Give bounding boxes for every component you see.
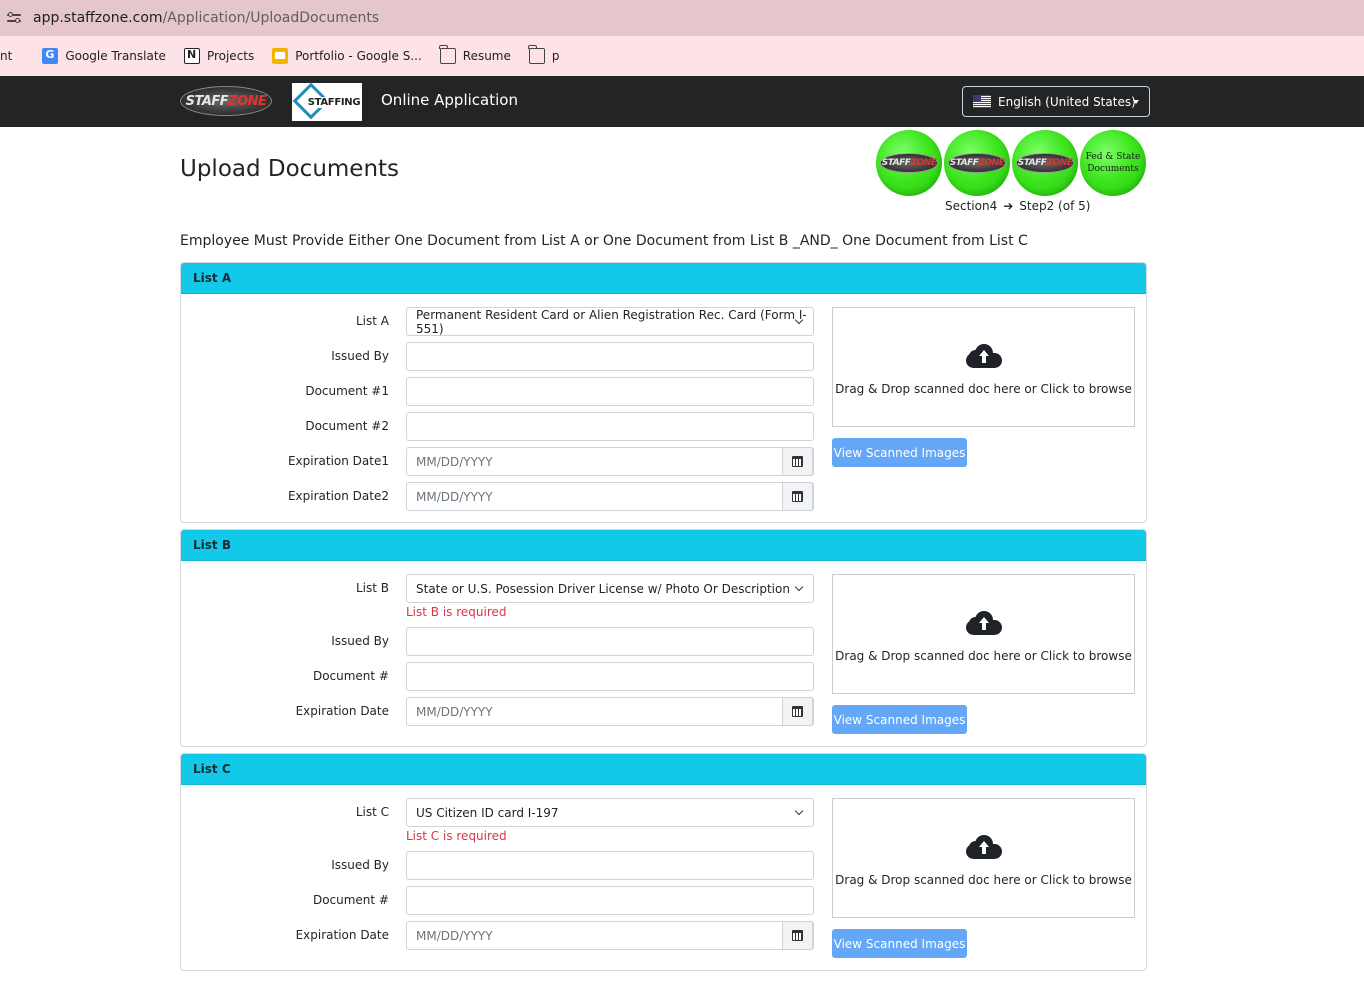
- document-row: Document #: [181, 662, 821, 691]
- issued-by-input[interactable]: [406, 342, 814, 371]
- expiration-date-input[interactable]: MM/DD/YYYY: [406, 921, 814, 950]
- file-drop-zone[interactable]: Drag & Drop scanned doc here or Click to…: [832, 574, 1135, 694]
- list-b-row: List B State or U.S. Posession Driver Li…: [181, 574, 821, 603]
- url-text[interactable]: app.staffzone.com/Application/UploadDocu…: [33, 10, 379, 26]
- chevron-down-icon: [794, 582, 804, 592]
- expiration-date-row: Expiration Date MM/DD/YYYY: [181, 697, 821, 726]
- list-a-row: List A Permanent Resident Card or Alien …: [181, 307, 821, 336]
- list-a-card: List A List A Permanent Resident Card or…: [180, 262, 1147, 523]
- language-dropdown[interactable]: English (United States): [962, 86, 1150, 117]
- list-b-error: List B is required: [406, 605, 507, 619]
- folder-icon: [439, 45, 456, 64]
- expiration-date-1-input[interactable]: MM/DD/YYYY: [406, 447, 814, 476]
- document-2-row: Document #2: [181, 412, 821, 441]
- progress-badge-current: Fed & State Documents: [1080, 130, 1146, 196]
- view-scanned-images-button[interactable]: View Scanned Images: [832, 705, 967, 734]
- progress-badge-1: STAFF ZONE: [876, 130, 942, 196]
- expiration-date-1-row: Expiration Date1 MM/DD/YYYY: [181, 447, 821, 476]
- cloud-upload-icon: [966, 344, 1002, 368]
- list-c-select[interactable]: US Citizen ID card I-197: [406, 798, 814, 827]
- bookmark-portfolio[interactable]: Portfolio - Google S...: [272, 48, 422, 64]
- list-c-error: List C is required: [406, 829, 507, 843]
- expiration-date-row: Expiration Date MM/DD/YYYY: [181, 921, 821, 950]
- document-input[interactable]: [406, 886, 814, 915]
- calendar-icon: [792, 930, 803, 941]
- expiration-date-2-row: Expiration Date2 MM/DD/YYYY: [181, 482, 821, 511]
- notion-icon: [183, 48, 200, 64]
- document-1-input[interactable]: [406, 377, 814, 406]
- progress-badge-3: STAFF ZONE: [1012, 130, 1078, 196]
- google-translate-icon: [42, 48, 59, 64]
- issued-by-input[interactable]: [406, 627, 814, 656]
- list-b-card: List B List B State or U.S. Posession Dr…: [180, 529, 1147, 747]
- document-input[interactable]: [406, 662, 814, 691]
- caret-down-icon: [1133, 100, 1139, 104]
- issued-by-row: Issued By: [181, 342, 821, 371]
- bookmark-google-translate[interactable]: Google Translate: [42, 48, 166, 64]
- calendar-button[interactable]: [782, 697, 813, 726]
- us-flag-icon: [973, 95, 991, 108]
- page-title: Upload Documents: [180, 156, 400, 182]
- card-header: List A: [181, 263, 1146, 294]
- arrow-right-icon: ➔: [1003, 199, 1014, 213]
- folder-icon: [528, 45, 545, 64]
- chevron-down-icon: [794, 806, 804, 816]
- staffing-logo[interactable]: STAFFING: [292, 82, 362, 121]
- calendar-button[interactable]: [782, 921, 813, 950]
- calendar-button[interactable]: [782, 482, 813, 511]
- document-2-input[interactable]: [406, 412, 814, 441]
- step-indicator: Section4 ➔ Step2 (of 5): [945, 199, 1091, 213]
- bookmark-projects[interactable]: Projects: [183, 48, 254, 64]
- document-row: Document #: [181, 886, 821, 915]
- site-settings-icon[interactable]: [7, 12, 21, 24]
- card-header: List B: [181, 530, 1146, 561]
- issued-by-row: Issued By: [181, 627, 821, 656]
- file-drop-zone[interactable]: Drag & Drop scanned doc here or Click to…: [832, 307, 1135, 427]
- bookmarks-bar: nt Google Translate Projects Portfolio -…: [0, 36, 1364, 76]
- staffzone-logo[interactable]: STAFF ZONE: [180, 86, 272, 116]
- calendar-icon: [792, 491, 803, 502]
- file-drop-zone[interactable]: Drag & Drop scanned doc here or Click to…: [832, 798, 1135, 918]
- list-c-card: List C List C US Citizen ID card I-197 L…: [180, 753, 1147, 971]
- bookmark-resume[interactable]: Resume: [439, 45, 511, 64]
- view-scanned-images-button[interactable]: View Scanned Images: [832, 438, 967, 467]
- bookmark-p[interactable]: p: [528, 45, 560, 64]
- instruction-text: Employee Must Provide Either One Documen…: [180, 233, 1028, 249]
- expiration-date-2-input[interactable]: MM/DD/YYYY: [406, 482, 814, 511]
- document-1-row: Document #1: [181, 377, 821, 406]
- cloud-upload-icon: [966, 835, 1002, 859]
- progress-badge-2: STAFF ZONE: [944, 130, 1010, 196]
- cloud-upload-icon: [966, 611, 1002, 635]
- calendar-button[interactable]: [782, 447, 813, 476]
- list-c-row: List C US Citizen ID card I-197: [181, 798, 821, 827]
- app-title: Online Application: [381, 91, 518, 109]
- expiration-date-input[interactable]: MM/DD/YYYY: [406, 697, 814, 726]
- browser-address-bar[interactable]: app.staffzone.com/Application/UploadDocu…: [0, 0, 1364, 36]
- list-a-select[interactable]: Permanent Resident Card or Alien Registr…: [406, 307, 814, 336]
- bookmark-partial[interactable]: nt: [0, 49, 12, 63]
- issued-by-row: Issued By: [181, 851, 821, 880]
- google-slides-icon: [272, 48, 289, 64]
- card-header: List C: [181, 754, 1146, 785]
- view-scanned-images-button[interactable]: View Scanned Images: [832, 929, 967, 958]
- issued-by-input[interactable]: [406, 851, 814, 880]
- calendar-icon: [792, 706, 803, 717]
- list-b-select[interactable]: State or U.S. Posession Driver License w…: [406, 574, 814, 603]
- calendar-icon: [792, 456, 803, 467]
